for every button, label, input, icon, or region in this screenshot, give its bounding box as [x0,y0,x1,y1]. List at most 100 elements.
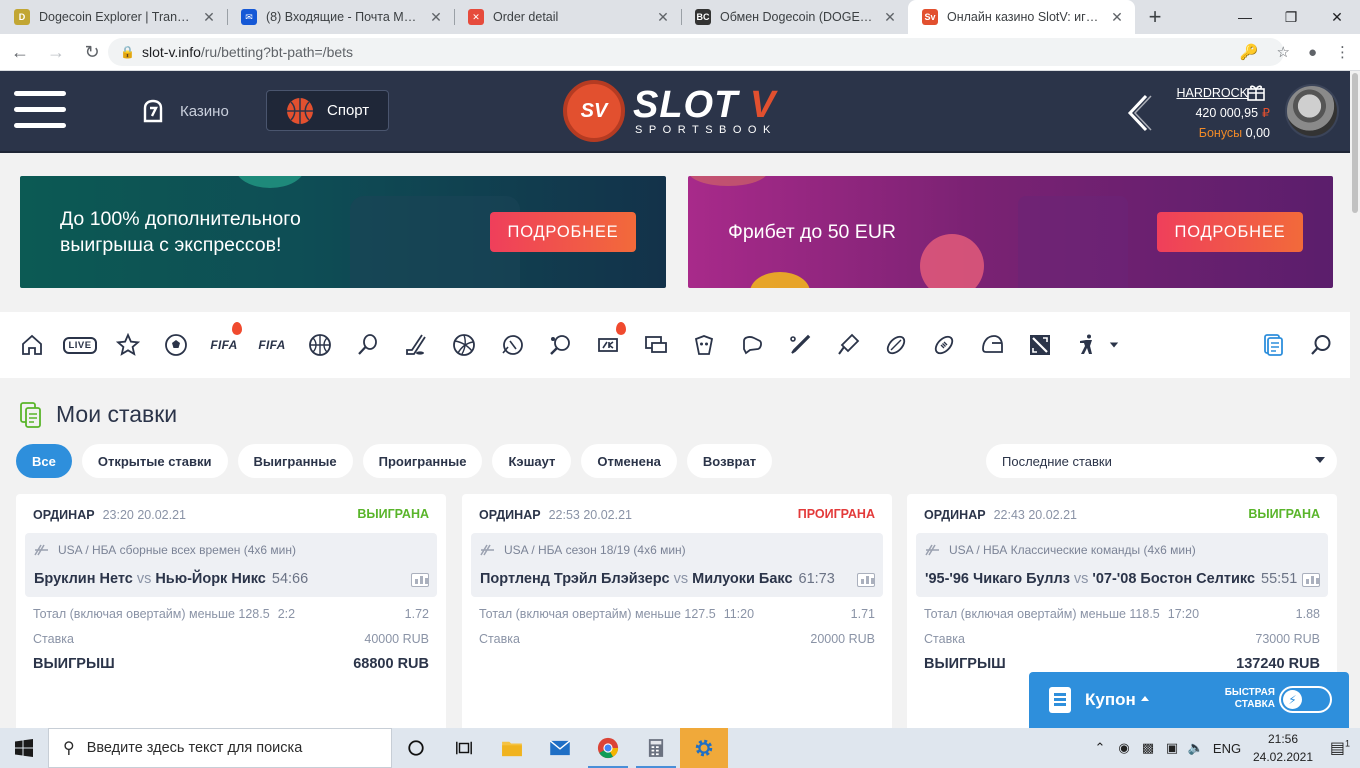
webcam-icon[interactable]: ◉ [1112,740,1136,756]
calculator-icon[interactable] [632,728,680,768]
nav-casino[interactable]: Казино [140,95,229,127]
my-bets-icon[interactable] [1259,332,1287,358]
filter-chip[interactable]: Кэшаут [492,444,572,478]
cricket-bat-icon[interactable] [786,332,814,358]
new-tab-button[interactable]: + [1135,0,1175,34]
dota2-icon[interactable] [1026,332,1054,358]
key-icon[interactable]: 🔑 [1240,43,1259,61]
tennis-icon[interactable] [354,332,382,358]
back-icon[interactable]: ← [4,36,36,68]
chrome-icon[interactable] [584,728,632,768]
browser-tab[interactable]: ✕ Order detail ✕ [454,0,681,34]
soccer-icon[interactable] [162,332,190,358]
bets-document-icon [20,401,41,428]
monitor-icon[interactable]: ▩ [1136,740,1160,756]
volume-icon[interactable]: 🔈 [1184,740,1208,756]
volleyball-icon[interactable] [450,332,478,358]
american-football-icon[interactable] [930,332,958,358]
bet-market-row: Тотал (включая овертайм) меньше 128.5 2:2… [33,607,429,621]
table-tennis-icon[interactable] [546,332,574,358]
badminton-icon[interactable] [834,332,862,358]
promo-banner-freebet[interactable]: Фрибет до 50 EUR ПОДРОБНЕЕ [688,176,1333,288]
settings-gear-icon[interactable] [680,728,728,768]
browser-tab[interactable]: ✉ (8) Входящие - Почта Mail.ru ✕ [227,0,454,34]
boxing-icon[interactable] [738,332,766,358]
fifa-icon[interactable]: FIFA [258,332,286,358]
more-sports-dropdown-icon[interactable] [1106,332,1122,358]
banner-more-button[interactable]: ПОДРОБНЕЕ [1157,212,1303,252]
network-icon[interactable]: ▣ [1160,740,1184,756]
bet-type: ОРДИНАР 23:20 20.02.21 [33,508,186,522]
language-indicator[interactable]: ENG [1208,741,1246,756]
bet-event[interactable]: USA / НБА сезон 18/19 (4х6 мин) Портленд … [471,533,883,597]
browser-tab[interactable]: BC Обмен Dogecoin (DOGE) на С ✕ [681,0,908,34]
filter-chip[interactable]: Выигранные [237,444,353,478]
bet-card[interactable]: ОРДИНАР 22:53 20.02.21 ПРОИГРАНА USA / НБА … [462,494,892,734]
reload-icon[interactable]: ↻ [76,36,108,68]
windows-start-icon[interactable] [0,728,48,768]
close-window-icon[interactable]: ✕ [1314,0,1360,34]
filter-chip[interactable]: Проигранные [362,444,483,478]
nav-sport[interactable]: Спорт [266,90,389,131]
clock[interactable]: 21:56 24.02.2021 [1246,730,1320,766]
coupon-panel[interactable]: Купон БЫСТРАЯ СТАВКА ⚡ [1029,672,1349,728]
minimize-icon[interactable]: — [1222,0,1268,34]
url-field[interactable]: 🔒 slot-v.info/ru/betting?bt-path=/bets [108,38,1284,66]
live-icon[interactable]: LIVE [63,332,97,358]
bet-card[interactable]: ОРДИНАР 23:20 20.02.21 ВЫИГРАНА USA / НБА с… [16,494,446,734]
taskbar-search-input[interactable]: ⚲ Введите здесь текст для поиска [48,728,392,768]
stats-chart-icon[interactable] [1302,573,1320,587]
esports-monitor-icon[interactable] [642,332,670,358]
browser-tab[interactable]: D Dogecoin Explorer | Transactio ✕ [0,0,227,34]
page-scrollbar[interactable] [1350,71,1360,728]
tab-close-icon[interactable]: ✕ [428,9,444,26]
motorsport-helmet-icon[interactable] [978,332,1006,358]
bet-event[interactable]: USA / НБА сборные всех времен (4х6 мин) Б… [25,533,437,597]
bet-event[interactable]: USA / НБА Классические команды (4х6 мин)… [916,533,1328,597]
tab-close-icon[interactable]: ✕ [882,9,898,26]
filter-chip[interactable]: Все [16,444,72,478]
cortana-icon[interactable] [392,728,440,768]
handball-icon[interactable] [498,332,526,358]
forward-icon[interactable]: → [40,36,72,68]
tab-close-icon[interactable]: ✕ [201,9,217,26]
hockey-icon[interactable] [402,332,430,358]
mail-icon[interactable] [536,728,584,768]
restore-icon[interactable]: ❐ [1268,0,1314,34]
notification-center-icon[interactable]: ▤1 [1320,738,1360,758]
quick-bet-toggle[interactable]: ⚡ [1279,686,1332,713]
search-icon[interactable] [1307,332,1335,358]
file-explorer-icon[interactable] [488,728,536,768]
sort-select[interactable]: Последние ставки [986,444,1337,478]
user-avatar[interactable] [1285,84,1339,138]
hamburger-menu-icon[interactable] [14,91,66,131]
filter-chip[interactable]: Возврат [686,444,773,478]
task-view-icon[interactable] [440,728,488,768]
tab-close-icon[interactable]: ✕ [1109,9,1125,26]
stats-chart-icon[interactable] [411,573,429,587]
menu-kebab-icon[interactable]: ⋮ [1335,43,1350,61]
filter-chip[interactable]: Отменена [581,444,677,478]
fifa-hot-icon[interactable]: FIFA [210,322,242,358]
rugby-icon[interactable] [882,332,910,358]
slotv-logo[interactable]: SV SLOT V SPORTSBOOK [563,80,793,144]
mortal-combat-icon[interactable] [690,332,718,358]
nba2k-hot-icon[interactable] [594,322,626,358]
browser-tab[interactable]: Sv Онлайн казино SlotV: играть ✕ [908,0,1135,34]
tab-close-icon[interactable]: ✕ [655,9,671,26]
scrollbar-thumb[interactable] [1352,73,1358,213]
filter-chip[interactable]: Открытые ставки [81,444,228,478]
home-icon[interactable] [18,332,46,358]
bookmark-star-icon[interactable]: ☆ [1276,43,1289,61]
banner-more-button[interactable]: ПОДРОБНЕЕ [490,212,636,252]
stats-chart-icon[interactable] [857,573,875,587]
chevron-up-tray-icon[interactable]: ⌃ [1088,740,1112,756]
match-teams: Портленд Трэйл Блэйзерс vs Милуоки Бакс 61:… [480,571,835,587]
star-favorites-icon[interactable] [114,332,142,358]
counter-strike-icon[interactable] [1074,332,1102,358]
gift-icon[interactable] [1246,82,1266,102]
promo-banner-express[interactable]: До 100% дополнительного выигрыша с экспр… [20,176,666,288]
basketball-sport-icon[interactable] [306,332,334,358]
chevron-left-icon[interactable] [1124,93,1152,133]
profile-icon[interactable]: ● [1308,44,1317,61]
